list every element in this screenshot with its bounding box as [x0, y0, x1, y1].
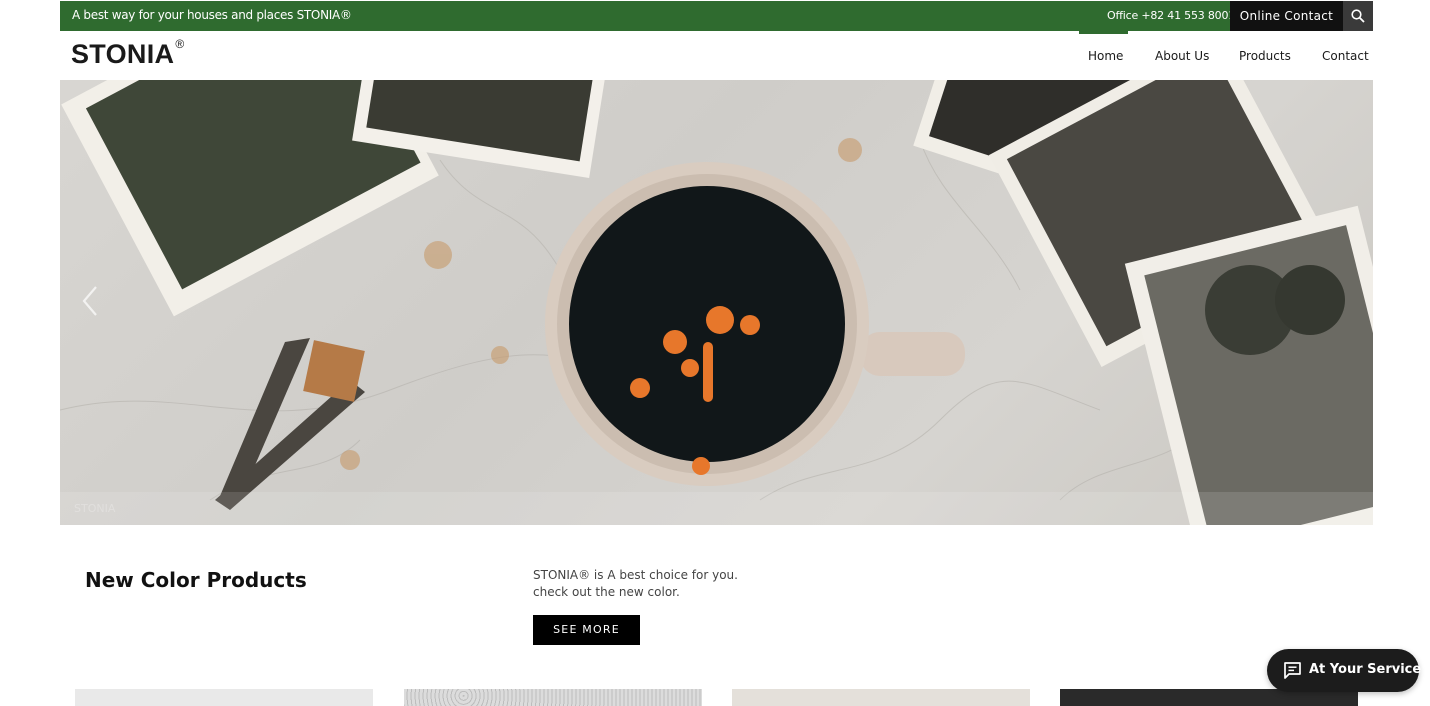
logo[interactable]: STONIA®	[71, 37, 185, 70]
chat-widget-button[interactable]: At Your Service	[1267, 649, 1422, 692]
chat-label: At Your Service	[1309, 662, 1422, 677]
section-description: STONIA® is A best choice for you. check …	[533, 567, 738, 601]
nav-about-us[interactable]: About Us	[1155, 49, 1209, 63]
description-line-2: check out the new color.	[533, 585, 680, 599]
logo-registered-mark: ®	[175, 37, 185, 51]
page: A best way for your houses and places ST…	[0, 0, 1430, 706]
see-more-button[interactable]: SEE MORE	[533, 615, 640, 645]
hero-image	[60, 80, 1373, 525]
product-thumbnail[interactable]	[75, 689, 373, 706]
active-nav-indicator	[1079, 31, 1128, 34]
hero-slideshow[interactable]: STONIA	[60, 80, 1373, 525]
chat-icon	[1284, 662, 1301, 679]
tagline: A best way for your houses and places ST…	[72, 8, 352, 22]
product-thumbnail[interactable]	[404, 689, 702, 706]
logo-text: STONIA	[71, 39, 175, 69]
section-title: New Color Products	[85, 568, 307, 592]
nav-contact[interactable]: Contact	[1322, 49, 1369, 63]
office-phone: Office +82 41 553 8001	[1107, 9, 1236, 22]
description-line-1: STONIA® is A best choice for you.	[533, 568, 738, 582]
top-bar: A best way for your houses and places ST…	[60, 1, 1373, 31]
search-button[interactable]	[1343, 1, 1373, 31]
chevron-left-icon[interactable]	[82, 285, 98, 317]
hero-caption: STONIA	[60, 492, 1373, 525]
search-icon	[1351, 9, 1365, 23]
nav-products[interactable]: Products	[1239, 49, 1291, 63]
nav-home[interactable]: Home	[1088, 49, 1123, 63]
product-thumbnail[interactable]	[732, 689, 1030, 706]
online-contact-button[interactable]: Online Contact	[1230, 1, 1343, 31]
